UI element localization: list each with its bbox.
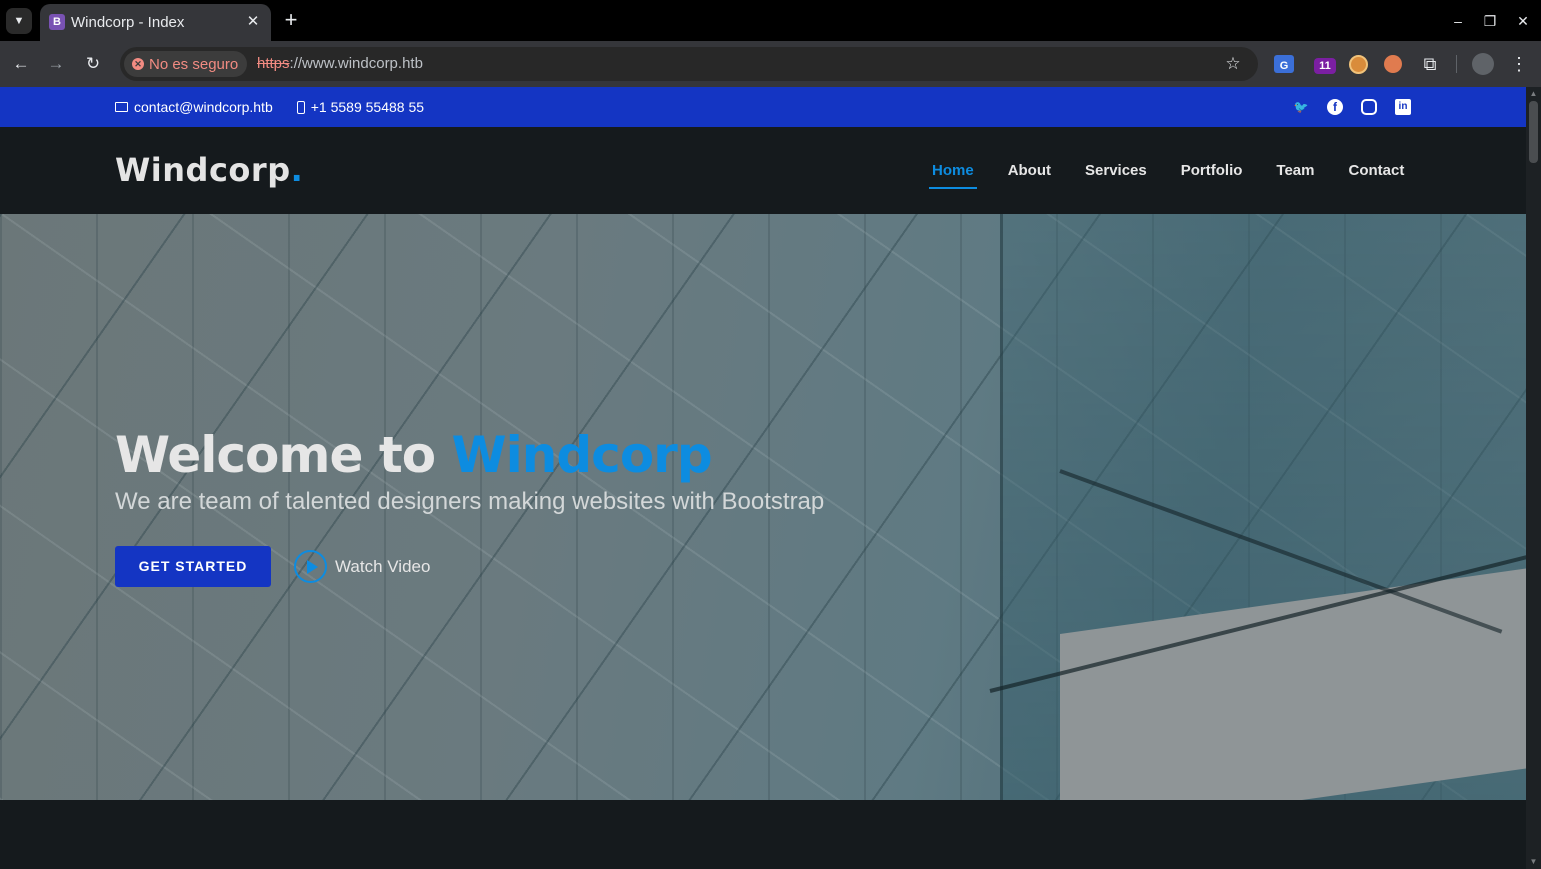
translate-extension-icon[interactable]: G (1274, 55, 1294, 73)
browser-toolbar: ← → ↻ ✕ No es seguro https://www.windcor… (0, 41, 1541, 87)
watch-video-label: Watch Video (335, 556, 431, 576)
hero-title-prefix: Welcome to (115, 426, 452, 484)
reload-icon[interactable]: ↻ (82, 53, 104, 75)
forward-arrow-icon[interactable]: → (45, 53, 67, 75)
scrollbar-thumb[interactable] (1529, 101, 1538, 163)
browser-menu-icon[interactable]: ⋮ (1508, 53, 1530, 75)
email-contact[interactable]: contact@windcorp.htb (115, 99, 273, 115)
tab-close-icon[interactable]: ✕ (243, 12, 263, 32)
nav-portfolio[interactable]: Portfolio (1164, 162, 1260, 179)
url-scheme: https (257, 55, 290, 72)
back-arrow-icon[interactable]: ← (10, 53, 32, 75)
hero-section: Welcome to Windcorp We are team of talen… (0, 214, 1526, 800)
email-text: contact@windcorp.htb (134, 99, 273, 115)
get-started-button[interactable]: GET STARTED (115, 546, 271, 587)
bookmark-star-icon[interactable]: ☆ (1222, 53, 1244, 75)
toolbar-divider (1456, 55, 1457, 73)
instagram-icon[interactable] (1361, 99, 1377, 115)
tab-favicon-icon: B (49, 14, 65, 30)
phone-contact: +1 5589 55488 55 (296, 99, 425, 115)
hero-title-brand: Windcorp (451, 426, 713, 484)
logo-dot: . (290, 151, 304, 189)
extension-badge-count[interactable]: 11 (1314, 58, 1336, 74)
profile-avatar-icon[interactable] (1472, 53, 1494, 75)
security-label: No es seguro (149, 55, 239, 73)
social-links: 🐦 f in (1293, 99, 1411, 115)
scroll-down-arrow-icon[interactable]: ▼ (1526, 855, 1541, 869)
url-text[interactable]: https://www.windcorp.htb (257, 55, 423, 72)
nav-home[interactable]: Home (915, 162, 991, 189)
cookie-extension-icon[interactable] (1349, 55, 1368, 74)
security-chip[interactable]: ✕ No es seguro (124, 51, 248, 77)
nav-contact[interactable]: Contact (1331, 162, 1421, 179)
phone-icon (296, 100, 305, 114)
hero-title: Welcome to Windcorp (115, 426, 713, 484)
logo-text: Windcorp (115, 151, 291, 189)
play-circle-icon (294, 550, 327, 583)
window-close-button[interactable]: ✕ (1513, 11, 1533, 31)
envelope-icon (115, 102, 128, 112)
contact-topbar: contact@windcorp.htb +1 5589 55488 55 🐦 … (0, 87, 1526, 127)
nav-about[interactable]: About (991, 162, 1068, 179)
tab-title: Windcorp - Index (71, 14, 185, 31)
window-minimize-button[interactable]: – (1448, 11, 1468, 31)
facebook-icon[interactable]: f (1327, 99, 1343, 115)
nav-team[interactable]: Team (1259, 162, 1331, 179)
tab-search-button[interactable]: ▼ (6, 8, 32, 34)
hero-subtitle: We are team of talented designers making… (115, 488, 825, 515)
site-logo[interactable]: Windcorp. (115, 151, 303, 189)
not-secure-icon: ✕ (132, 58, 144, 70)
scroll-up-arrow-icon[interactable]: ▲ (1526, 87, 1541, 101)
browser-tab-strip: ▼ B Windcorp - Index ✕ + – ❐ ✕ (0, 0, 1541, 41)
nav-services[interactable]: Services (1068, 162, 1164, 179)
cookie-editor-extension-icon[interactable] (1384, 55, 1402, 73)
window-restore-button[interactable]: ❐ (1480, 11, 1500, 31)
page-viewport: contact@windcorp.htb +1 5589 55488 55 🐦 … (0, 87, 1526, 869)
phone-text: +1 5589 55488 55 (310, 99, 425, 115)
linkedin-icon[interactable]: in (1395, 99, 1411, 115)
address-bar[interactable]: ✕ No es seguro https://www.windcorp.htb … (120, 47, 1258, 81)
new-tab-button[interactable]: + (280, 9, 302, 31)
browser-tab-active[interactable]: B Windcorp - Index ✕ (40, 4, 271, 41)
main-nav: Home About Services Portfolio Team Conta… (915, 162, 1421, 189)
site-header: Windcorp. Home About Services Portfolio … (0, 127, 1526, 214)
contact-info: contact@windcorp.htb +1 5589 55488 55 (115, 99, 424, 115)
url-host: ://www.windcorp.htb (289, 55, 423, 72)
watch-video-link[interactable]: Watch Video (294, 550, 430, 583)
extensions-puzzle-icon[interactable]: ⧉ (1419, 53, 1441, 75)
page-scrollbar[interactable]: ▲ ▼ (1526, 87, 1541, 869)
twitter-icon[interactable]: 🐦 (1293, 99, 1309, 115)
